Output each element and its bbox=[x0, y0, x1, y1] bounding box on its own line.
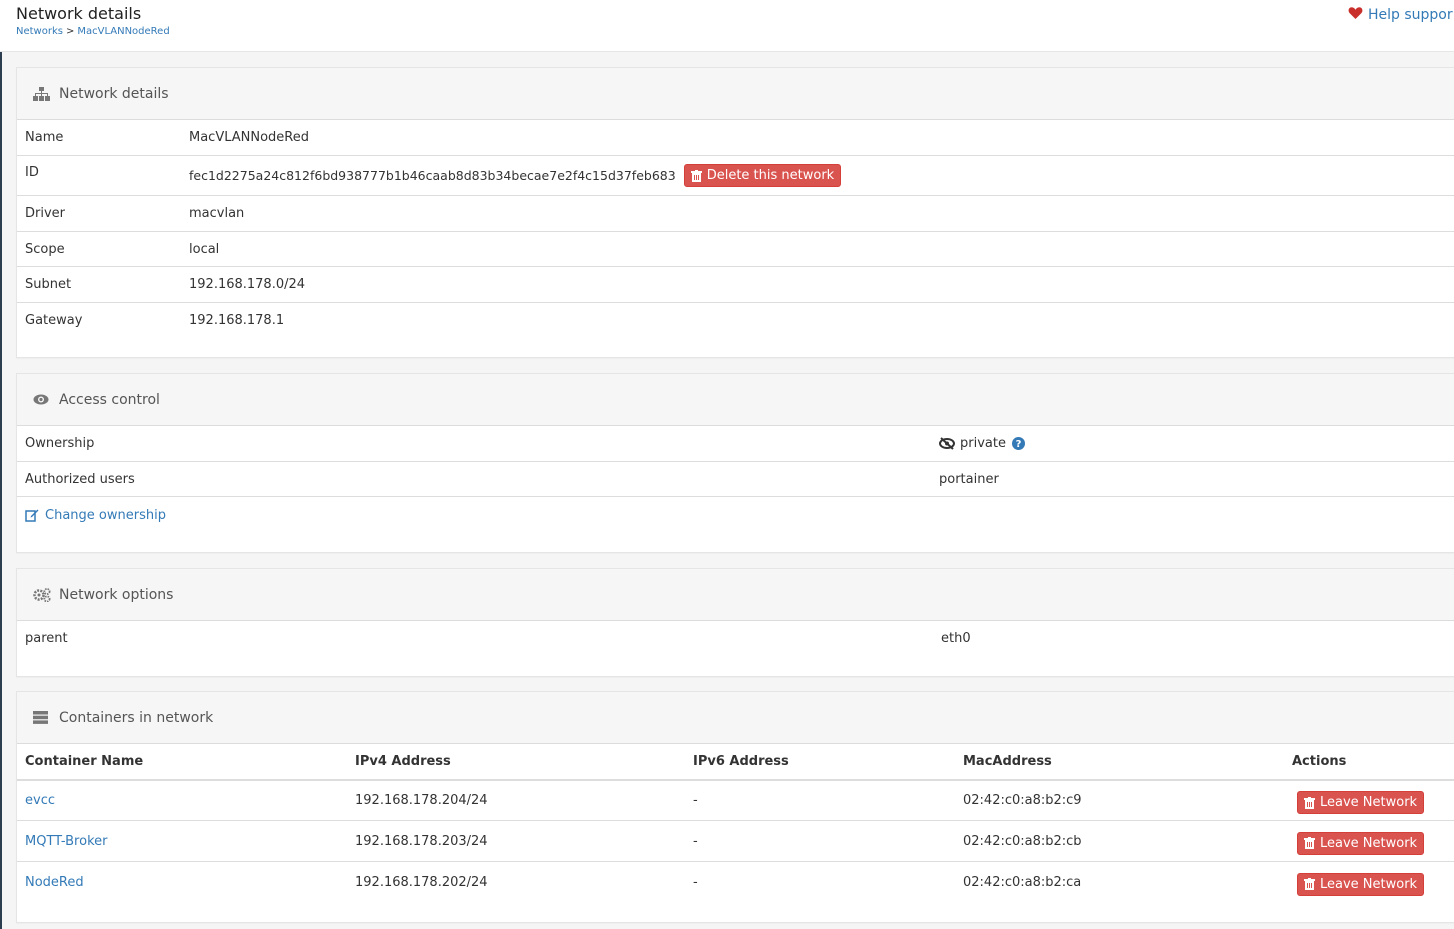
container-name-link[interactable]: NodeRed bbox=[25, 875, 355, 890]
row-id: ID fec1d2275a24c812f6bd938777b1b46caab8d… bbox=[17, 156, 1454, 196]
table-row: evcc 192.168.178.204/24 - 02:42:c0:a8:b2… bbox=[17, 781, 1454, 821]
table-row: NodeRed 192.168.178.202/24 - 02:42:c0:a8… bbox=[17, 862, 1454, 902]
row-scope: Scope local bbox=[17, 232, 1454, 267]
name-label: Name bbox=[25, 130, 64, 145]
parent-label: parent bbox=[25, 630, 68, 646]
network-details-widget: Network details Name MacVLANNodeRed ID f… bbox=[16, 67, 1454, 358]
leave-network-label: Leave Network bbox=[1320, 795, 1418, 810]
leave-network-label: Leave Network bbox=[1320, 835, 1418, 851]
scope-label: Scope bbox=[25, 241, 65, 257]
container-name-link[interactable]: MQTT-Broker bbox=[25, 834, 355, 849]
containers-table-header: Container Name IPv4 Address IPv6 Address… bbox=[17, 744, 1454, 781]
col-mac-address[interactable]: MacAddress bbox=[963, 754, 1292, 769]
container-ipv6: - bbox=[693, 833, 698, 849]
col-container-name[interactable]: Container Name bbox=[25, 754, 355, 769]
heart-icon bbox=[1348, 6, 1363, 23]
authorized-users-value: portainer bbox=[939, 471, 999, 487]
col-ipv4-address[interactable]: IPv4 Address bbox=[355, 754, 693, 769]
containers-header: Containers in network bbox=[17, 692, 1454, 744]
delete-network-label: Delete this network bbox=[706, 168, 835, 183]
name-value: MacVLANNodeRed bbox=[189, 130, 310, 145]
id-value: fec1d2275a24c812f6bd938777b1b46caab8d83b… bbox=[189, 168, 676, 183]
breadcrumb-separator: > bbox=[65, 26, 75, 37]
container-mac: 02:42:c0:a8:b2:c9 bbox=[963, 793, 1082, 808]
change-ownership-label: Change ownership bbox=[45, 507, 166, 523]
network-details-title: Network details bbox=[59, 85, 169, 102]
leave-network-button[interactable]: Leave Network bbox=[1297, 791, 1425, 814]
container-mac: 02:42:c0:a8:b2:ca bbox=[963, 874, 1082, 890]
ownership-label: Ownership bbox=[25, 436, 95, 451]
leave-network-button[interactable]: Leave Network bbox=[1297, 872, 1425, 896]
gateway-value: 192.168.178.1 bbox=[189, 313, 285, 328]
page-header: Network details Networks > MacVLANNodeRed … bbox=[0, 0, 1454, 52]
leave-network-button[interactable]: Leave Network bbox=[1297, 831, 1425, 855]
row-subnet: Subnet 192.168.178.0/24 bbox=[17, 267, 1454, 303]
trash-icon bbox=[1304, 878, 1315, 890]
gateway-label: Gateway bbox=[25, 313, 83, 328]
container-name-link[interactable]: evcc bbox=[25, 793, 355, 808]
containers-widget: Containers in network Container Name IPv… bbox=[16, 691, 1454, 923]
server-icon bbox=[33, 711, 51, 725]
network-details-header: Network details bbox=[17, 68, 1454, 120]
eye-slash-icon bbox=[939, 437, 955, 450]
network-options-header: Network options bbox=[17, 569, 1454, 621]
container-ipv6: - bbox=[693, 874, 698, 890]
network-options-title: Network options bbox=[59, 586, 174, 603]
container-ipv4: 192.168.178.203/24 bbox=[355, 833, 488, 849]
access-control-header: Access control bbox=[17, 374, 1454, 426]
change-ownership-link[interactable]: Change ownership bbox=[25, 508, 166, 523]
container-ipv4: 192.168.178.202/24 bbox=[355, 874, 488, 890]
row-gateway: Gateway 192.168.178.1 bbox=[17, 303, 1454, 338]
driver-value: macvlan bbox=[189, 206, 245, 221]
trash-icon bbox=[1304, 796, 1315, 809]
page-title: Network details bbox=[16, 4, 142, 23]
parent-value: eth0 bbox=[941, 630, 971, 646]
driver-label: Driver bbox=[25, 206, 66, 221]
leave-network-label: Leave Network bbox=[1320, 876, 1418, 892]
authorized-users-label: Authorized users bbox=[25, 471, 135, 487]
row-authorized-users: Authorized users portainer bbox=[17, 462, 1454, 497]
edit-icon bbox=[25, 508, 39, 522]
breadcrumb-current-link[interactable]: MacVLANNodeRed bbox=[77, 26, 169, 37]
question-circle-icon[interactable]: ? bbox=[1011, 437, 1025, 450]
network-options-widget: Network options parent eth0 bbox=[16, 568, 1454, 677]
row-name: Name MacVLANNodeRed bbox=[17, 120, 1454, 156]
cogs-icon bbox=[33, 587, 51, 602]
trash-icon bbox=[1304, 837, 1315, 849]
container-ipv6: - bbox=[693, 793, 698, 808]
access-control-widget: Access control Ownership private ? Autho… bbox=[16, 373, 1454, 553]
trash-icon bbox=[690, 169, 702, 182]
delete-network-button[interactable]: Delete this network bbox=[683, 164, 842, 187]
access-control-title: Access control bbox=[59, 391, 160, 408]
container-mac: 02:42:c0:a8:b2:cb bbox=[963, 833, 1082, 849]
ownership-value-group: private ? bbox=[939, 436, 1025, 451]
row-parent: parent eth0 bbox=[17, 621, 1454, 655]
ownership-value: private bbox=[960, 436, 1006, 451]
sitemap-icon bbox=[33, 86, 51, 101]
subnet-label: Subnet bbox=[25, 277, 72, 292]
breadcrumb-networks-link[interactable]: Networks bbox=[16, 26, 63, 37]
row-change-ownership: Change ownership bbox=[17, 497, 1454, 533]
container-ipv4: 192.168.178.204/24 bbox=[355, 793, 488, 808]
sidebar-edge bbox=[0, 52, 2, 929]
breadcrumb: Networks > MacVLANNodeRed bbox=[16, 26, 170, 37]
row-ownership: Ownership private ? bbox=[17, 426, 1454, 462]
row-driver: Driver macvlan bbox=[17, 196, 1454, 232]
table-row: MQTT-Broker 192.168.178.203/24 - 02:42:c… bbox=[17, 821, 1454, 862]
col-ipv6-address[interactable]: IPv6 Address bbox=[693, 754, 963, 769]
eye-icon bbox=[33, 393, 51, 407]
svg-text:?: ? bbox=[1016, 439, 1022, 450]
col-actions: Actions bbox=[1292, 754, 1347, 769]
help-support-label: Help suppor bbox=[1368, 7, 1453, 23]
containers-title: Containers in network bbox=[59, 709, 214, 726]
help-support-link[interactable]: Help suppor bbox=[1348, 6, 1453, 23]
scope-value: local bbox=[189, 241, 220, 257]
subnet-value: 192.168.178.0/24 bbox=[189, 277, 306, 292]
id-label: ID bbox=[25, 165, 39, 180]
